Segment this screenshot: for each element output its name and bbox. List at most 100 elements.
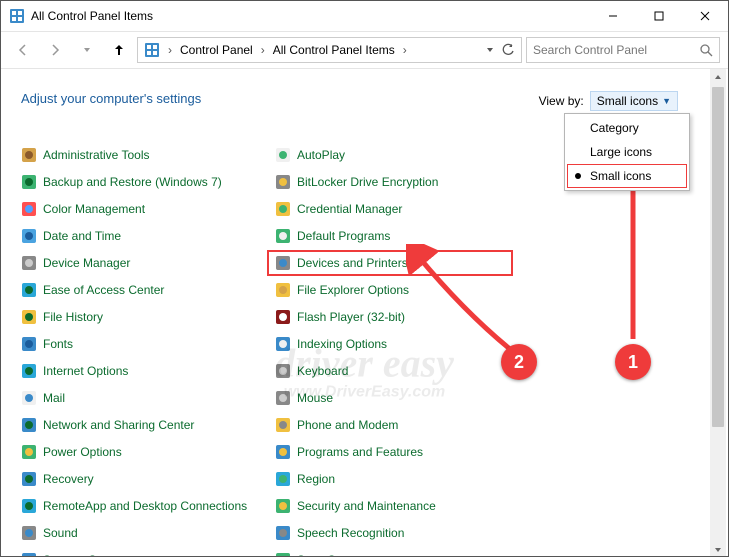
folder-options-icon — [275, 282, 291, 298]
item-label: BitLocker Drive Encryption — [297, 175, 438, 189]
control-panel-item[interactable]: Flash Player (32-bit) — [275, 308, 505, 326]
search-input[interactable]: Search Control Panel — [526, 37, 720, 63]
control-panel-item[interactable]: Date and Time — [21, 227, 251, 245]
recent-locations-button[interactable] — [73, 36, 101, 64]
view-by-dropdown[interactable]: Small icons ▼ — [590, 91, 678, 111]
device-manager-icon — [21, 255, 37, 271]
option-label: Small icons — [590, 169, 651, 183]
item-label: Fonts — [43, 337, 73, 351]
control-panel-item[interactable]: Power Options — [21, 443, 251, 461]
address-bar[interactable]: › Control Panel › All Control Panel Item… — [137, 37, 522, 63]
control-panel-item[interactable]: Device Manager — [21, 254, 251, 272]
control-panel-item[interactable]: Indexing Options — [275, 335, 505, 353]
control-panel-item[interactable]: Color Management — [21, 200, 251, 218]
item-label: File Explorer Options — [297, 283, 409, 297]
item-label: Security and Maintenance — [297, 499, 436, 513]
control-panel-item[interactable]: Programs and Features — [275, 443, 505, 461]
breadcrumb-seg-control-panel[interactable]: Control Panel — [176, 38, 257, 62]
control-panel-item[interactable]: Phone and Modem — [275, 416, 505, 434]
item-label: Default Programs — [297, 229, 390, 243]
control-panel-item[interactable]: Speech Recognition — [275, 524, 505, 542]
control-panel-app-icon — [9, 8, 25, 24]
control-panel-item[interactable]: RemoteApp and Desktop Connections — [21, 497, 251, 515]
item-label: Speech Recognition — [297, 526, 404, 540]
items-column-1: Administrative Tools Backup and Restore (… — [21, 146, 251, 557]
keyboard-icon — [275, 363, 291, 379]
view-by-option-large-icons[interactable]: Large icons — [567, 140, 687, 164]
control-panel-item[interactable]: Security and Maintenance — [275, 497, 505, 515]
recovery-icon — [21, 471, 37, 487]
control-panel-item[interactable]: Region — [275, 470, 505, 488]
item-label: Color Management — [43, 202, 145, 216]
view-by-option-category[interactable]: Category — [567, 116, 687, 140]
item-label: Phone and Modem — [297, 418, 398, 432]
color-mgmt-icon — [21, 201, 37, 217]
scroll-up-button[interactable] — [710, 69, 726, 85]
programs-icon — [275, 444, 291, 460]
navbar: › Control Panel › All Control Panel Item… — [1, 32, 728, 69]
scroll-down-button[interactable] — [710, 542, 726, 557]
item-label: Mail — [43, 391, 65, 405]
control-panel-item[interactable]: File History — [21, 308, 251, 326]
forward-button[interactable] — [41, 36, 69, 64]
item-label: Flash Player (32-bit) — [297, 310, 405, 324]
control-panel-item[interactable]: Sound — [21, 524, 251, 542]
control-panel-item[interactable]: Mail — [21, 389, 251, 407]
maximize-button[interactable] — [636, 1, 682, 31]
clock-icon — [21, 228, 37, 244]
chevron-right-icon[interactable]: › — [401, 43, 409, 57]
chevron-right-icon[interactable]: › — [259, 43, 267, 57]
control-panel-item[interactable]: Internet Options — [21, 362, 251, 380]
control-panel-item[interactable]: Recovery — [21, 470, 251, 488]
breadcrumb-seg-all-items[interactable]: All Control Panel Items — [269, 38, 399, 62]
power-icon — [21, 444, 37, 460]
indexing-icon — [275, 336, 291, 352]
control-panel-item[interactable]: BitLocker Drive Encryption — [275, 173, 505, 191]
item-label: File History — [43, 310, 103, 324]
view-by-option-small-icons[interactable]: Small icons — [567, 164, 687, 188]
window-title: All Control Panel Items — [31, 9, 590, 23]
item-label: Credential Manager — [297, 202, 402, 216]
region-icon — [275, 471, 291, 487]
titlebar: All Control Panel Items — [1, 1, 728, 32]
fonts-icon — [21, 336, 37, 352]
item-label: Network and Sharing Center — [43, 418, 194, 432]
refresh-button[interactable] — [501, 43, 515, 57]
control-panel-item[interactable]: Backup and Restore (Windows 7) — [21, 173, 251, 191]
remoteapp-icon — [21, 498, 37, 514]
breadcrumb-history-button[interactable] — [485, 45, 495, 55]
minimize-button[interactable] — [590, 1, 636, 31]
item-label: Power Options — [43, 445, 122, 459]
control-panel-item[interactable]: Keyboard — [275, 362, 505, 380]
bullet-icon — [575, 173, 581, 179]
content-area: Adjust your computer's settings View by:… — [1, 69, 728, 557]
up-button[interactable] — [105, 36, 133, 64]
control-panel-item[interactable]: File Explorer Options — [275, 281, 505, 299]
control-panel-item[interactable]: Devices and Printers — [267, 250, 513, 276]
item-label: Device Manager — [43, 256, 130, 270]
control-panel-item[interactable]: Ease of Access Center — [21, 281, 251, 299]
control-panel-item[interactable]: Fonts — [21, 335, 251, 353]
item-label: Devices and Printers — [297, 256, 408, 270]
backup-icon — [21, 174, 37, 190]
item-label: Ease of Access Center — [43, 283, 164, 297]
control-panel-item[interactable]: Default Programs — [275, 227, 505, 245]
internet-options-icon — [21, 363, 37, 379]
control-panel-item[interactable]: Credential Manager — [275, 200, 505, 218]
control-panel-item[interactable]: Network and Sharing Center — [21, 416, 251, 434]
control-panel-item[interactable]: Mouse — [275, 389, 505, 407]
back-button[interactable] — [9, 36, 37, 64]
control-panel-item[interactable]: Sync Center — [275, 551, 505, 557]
item-label: Sync Center — [297, 553, 363, 557]
scrollbar-thumb[interactable] — [712, 87, 724, 427]
bitlocker-icon — [275, 174, 291, 190]
item-label: Keyboard — [297, 364, 348, 378]
control-panel-item[interactable]: AutoPlay — [275, 146, 505, 164]
control-panel-item[interactable]: Administrative Tools — [21, 146, 251, 164]
vertical-scrollbar[interactable] — [710, 69, 726, 557]
chevron-right-icon[interactable]: › — [166, 43, 174, 57]
control-panel-item[interactable]: Storage Spaces — [21, 551, 251, 557]
view-by-value: Small icons — [597, 94, 658, 108]
close-button[interactable] — [682, 1, 728, 31]
item-label: Recovery — [43, 472, 94, 486]
